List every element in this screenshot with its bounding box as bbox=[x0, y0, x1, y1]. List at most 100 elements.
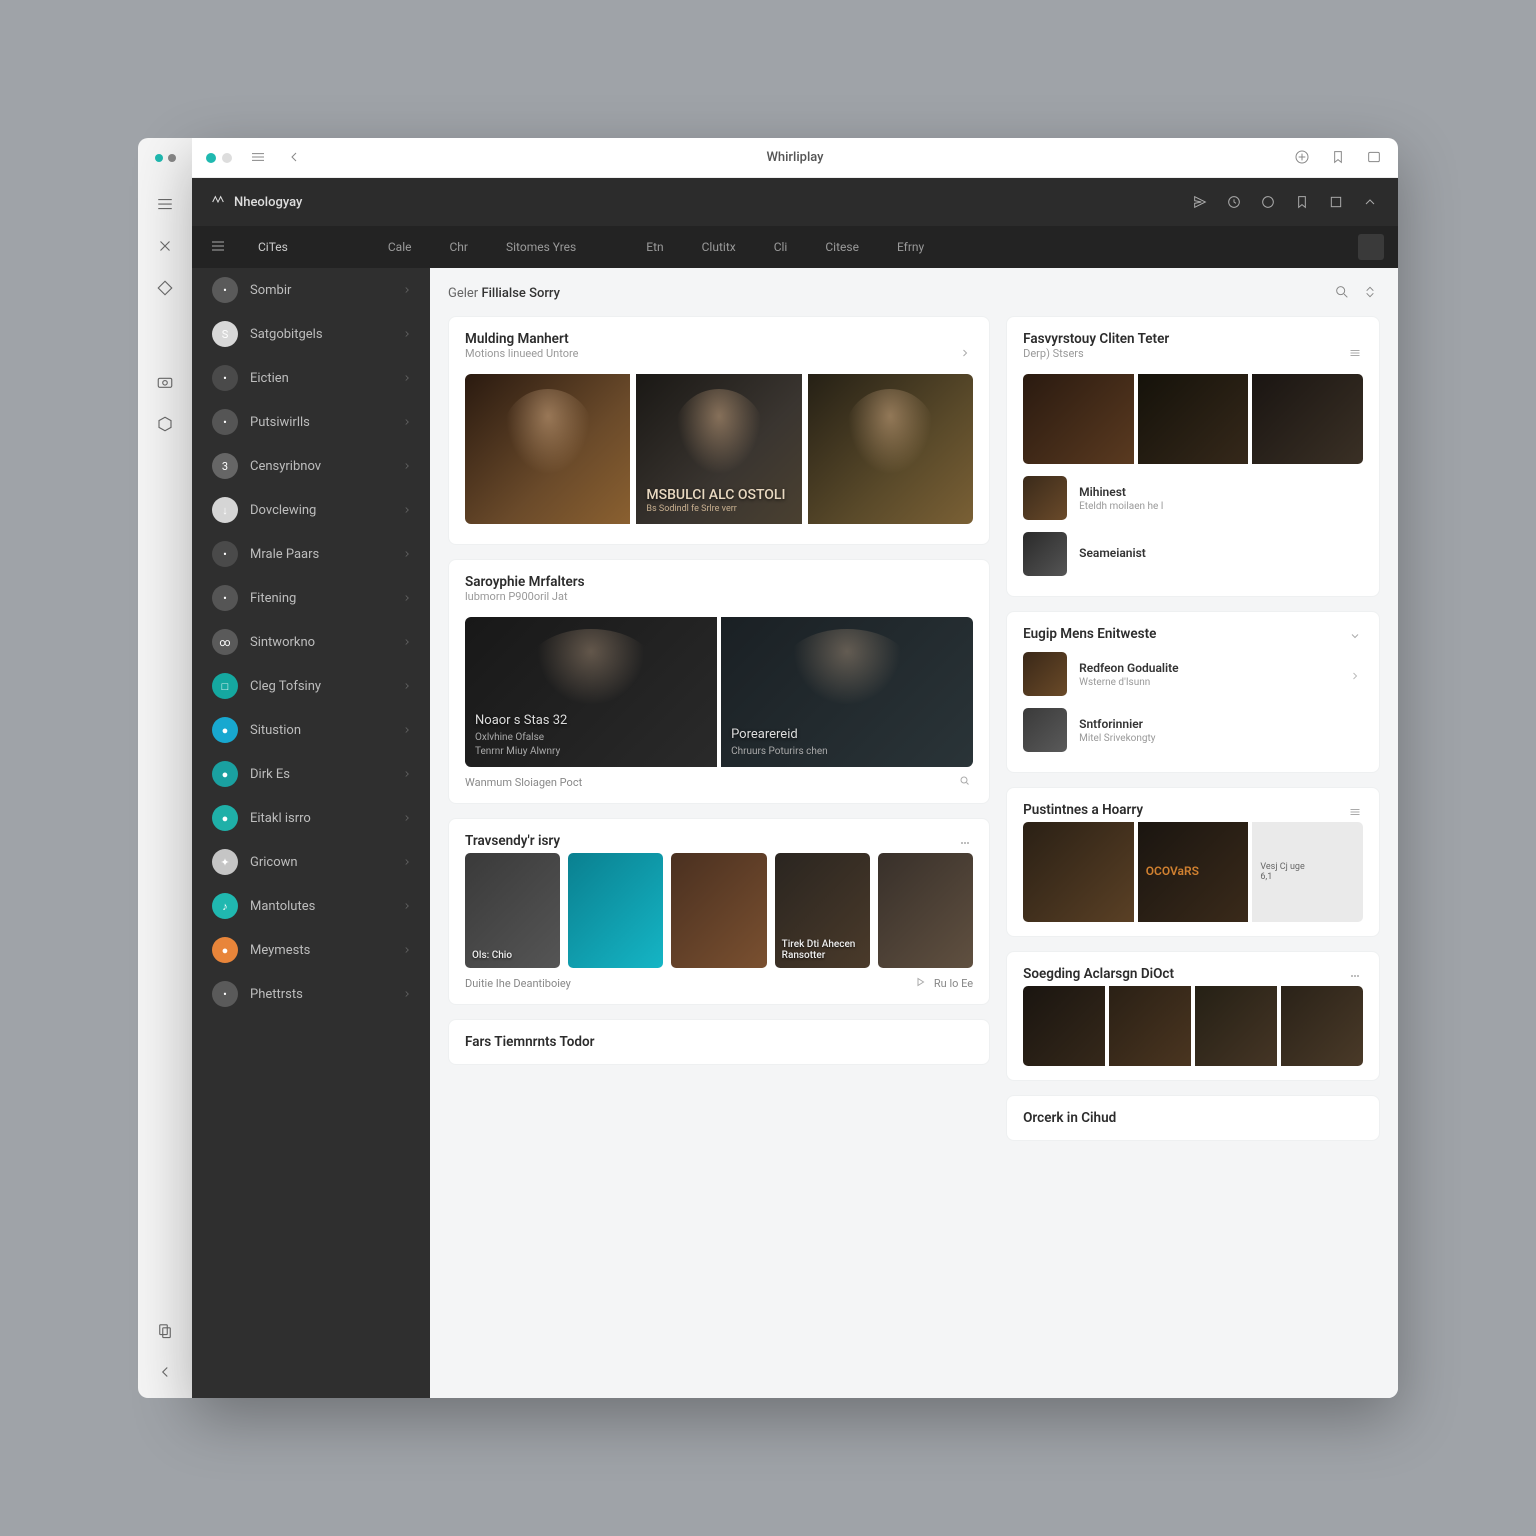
sidebar-avatar: • bbox=[212, 277, 238, 303]
circle-icon[interactable] bbox=[1258, 192, 1278, 212]
list-item[interactable]: Redfeon GodualiteWsterne d'Isunn bbox=[1023, 646, 1363, 702]
sidebar-item-10[interactable]: ● Situstion bbox=[192, 708, 430, 752]
copy-icon[interactable] bbox=[155, 1320, 175, 1340]
chevron-right-icon bbox=[402, 328, 414, 340]
tab-8[interactable]: Efrny bbox=[879, 226, 942, 268]
sidebar-avatar: ● bbox=[212, 937, 238, 963]
app-brand[interactable]: Nheologyay bbox=[210, 194, 302, 210]
chevron-right-icon bbox=[402, 988, 414, 1000]
sidebar-avatar: • bbox=[212, 585, 238, 611]
sidebar-avatar: ↓ bbox=[212, 497, 238, 523]
tab-4[interactable]: Etn bbox=[628, 226, 681, 268]
tabs-menu-icon[interactable] bbox=[210, 238, 228, 256]
back-icon[interactable] bbox=[155, 1362, 175, 1382]
sidebar-item-14[interactable]: ♪ Mantolutes bbox=[192, 884, 430, 928]
card-r2: Eugip Mens Enitweste Redfeon GodualiteWs… bbox=[1006, 611, 1380, 773]
triple-thumb[interactable] bbox=[1023, 374, 1363, 464]
sidebar-label: Gricown bbox=[250, 855, 390, 870]
chevron-right-icon bbox=[402, 548, 414, 560]
sidebar-item-13[interactable]: ✦ Gricown bbox=[192, 840, 430, 884]
sidebar-label: Cleg Tofsiny bbox=[250, 679, 390, 694]
sidebar-item-8[interactable]: ∞ Sintworkno bbox=[192, 620, 430, 664]
triple-thumb-2[interactable]: OCOVaRS Vesj Cj uge6,1 bbox=[1023, 822, 1363, 922]
sidebar-label: Sintworkno bbox=[250, 635, 390, 650]
send-icon[interactable] bbox=[1190, 192, 1210, 212]
hero-banner-2[interactable]: Noaor s Stas 32 Oxlvhine Ofalse Tenrnr M… bbox=[465, 617, 973, 767]
card-title: Fasvyrstouy Cliten Teter bbox=[1023, 331, 1169, 347]
more-icon[interactable] bbox=[1349, 803, 1363, 817]
sidebar-item-5[interactable]: ↓ Dovclewing bbox=[192, 488, 430, 532]
chevron-right-icon bbox=[402, 680, 414, 692]
play-icon[interactable] bbox=[914, 976, 928, 990]
tab-5[interactable]: Clutitx bbox=[684, 226, 754, 268]
hamburger-icon[interactable] bbox=[250, 149, 268, 167]
compass-icon[interactable] bbox=[1294, 149, 1312, 167]
list-item[interactable]: SntforinnierMitel Srivekongty bbox=[1023, 702, 1363, 758]
square-icon[interactable] bbox=[1326, 192, 1346, 212]
content-area: Geler Fillialse Sorry Mulding Manhert bbox=[430, 268, 1398, 1398]
sidebar-avatar: ∞ bbox=[212, 629, 238, 655]
chevron-right-icon bbox=[402, 284, 414, 296]
card-r1: Fasvyrstouy Cliten Teter Derp) Stsers bbox=[1006, 316, 1380, 597]
tab-7[interactable]: Citese bbox=[807, 226, 877, 268]
sidebar-item-1[interactable]: S Satgobitgels bbox=[192, 312, 430, 356]
app-header: Nheologyay bbox=[192, 178, 1398, 226]
search-icon[interactable] bbox=[1334, 284, 1352, 302]
sidebar-avatar: • bbox=[212, 981, 238, 1007]
card-trending: Travsendy'r isry Ols: Chio Tirek Dti Ahe… bbox=[448, 818, 990, 1005]
clock-icon[interactable] bbox=[1224, 192, 1244, 212]
up-icon[interactable] bbox=[1360, 192, 1380, 212]
sidebar-item-6[interactable]: • Mrale Paars bbox=[192, 532, 430, 576]
tab-0[interactable]: CiTes bbox=[240, 226, 306, 268]
window-controls[interactable] bbox=[206, 153, 232, 163]
picture-icon[interactable] bbox=[1366, 149, 1384, 167]
nav-back-icon[interactable] bbox=[286, 149, 304, 167]
sidebar-item-9[interactable]: □ Cleg Tofsiny bbox=[192, 664, 430, 708]
sidebar-item-12[interactable]: ● Eitakl isrro bbox=[192, 796, 430, 840]
sidebar-item-7[interactable]: • Fitening bbox=[192, 576, 430, 620]
chevron-right-icon bbox=[402, 724, 414, 736]
sort-icon[interactable] bbox=[1362, 284, 1380, 302]
sidebar-item-4[interactable]: 3 Censyribnov bbox=[192, 444, 430, 488]
tab-1[interactable]: Cale bbox=[370, 226, 430, 268]
more-icon[interactable] bbox=[959, 834, 973, 848]
card-r4: Soegding Aclarsgn DiOct bbox=[1006, 951, 1380, 1081]
card-subtitle: Motions linueed Untore bbox=[465, 347, 578, 360]
thumb-row[interactable]: Ols: Chio Tirek Dti Ahecen Ransotter bbox=[465, 853, 973, 968]
search-small-icon[interactable] bbox=[959, 775, 973, 789]
view-toggle[interactable] bbox=[1358, 234, 1384, 260]
sidebar-item-15[interactable]: ● Meymests bbox=[192, 928, 430, 972]
hex-icon[interactable] bbox=[155, 414, 175, 434]
more-icon[interactable] bbox=[959, 344, 973, 358]
bookmark-icon[interactable] bbox=[1330, 149, 1348, 167]
tab-3[interactable]: Sitomes Yres bbox=[488, 226, 594, 268]
chevron-right-icon bbox=[402, 372, 414, 384]
sidebar-item-16[interactable]: • Phettrsts bbox=[192, 972, 430, 1016]
sidebar-item-2[interactable]: • Eictien bbox=[192, 356, 430, 400]
hero-banner[interactable]: MSBULCI ALC OSTOLIBs Sodindl fe Srlre ve… bbox=[465, 374, 973, 524]
quad-thumb[interactable] bbox=[1023, 986, 1363, 1066]
menu-icon[interactable] bbox=[155, 194, 175, 214]
card-title: Orcerk in Cihud bbox=[1023, 1110, 1363, 1126]
expand-icon[interactable] bbox=[1349, 627, 1363, 641]
sidebar-avatar: • bbox=[212, 409, 238, 435]
diamond-icon[interactable] bbox=[155, 278, 175, 298]
chevron-right-icon bbox=[402, 768, 414, 780]
tab-6[interactable]: Cli bbox=[756, 226, 806, 268]
list-item[interactable]: Seameianist bbox=[1023, 526, 1363, 582]
more-icon[interactable] bbox=[1349, 967, 1363, 981]
tools-icon[interactable] bbox=[155, 236, 175, 256]
sidebar-item-11[interactable]: ● Dirk Es bbox=[192, 752, 430, 796]
card-title: Soegding Aclarsgn DiOct bbox=[1023, 966, 1174, 982]
sidebar-item-3[interactable]: • Putsiwirlls bbox=[192, 400, 430, 444]
sidebar: • Sombir S Satgobitgels • Eictien • Puts… bbox=[192, 268, 430, 1398]
more-icon[interactable] bbox=[1349, 344, 1363, 358]
tab-2[interactable]: Chr bbox=[432, 226, 487, 268]
sidebar-item-0[interactable]: • Sombir bbox=[192, 268, 430, 312]
tag-icon[interactable] bbox=[1292, 192, 1312, 212]
card-featured-2: Saroyphie Mrfalters lubmorn P900oril Jat… bbox=[448, 559, 990, 804]
list-item[interactable]: MihinestEteldh moilaen he l bbox=[1023, 470, 1363, 526]
sidebar-avatar: • bbox=[212, 365, 238, 391]
camera-icon[interactable] bbox=[155, 372, 175, 392]
card-r3: Pustintnes a Hoarry OCOVaRS Vesj Cj uge6… bbox=[1006, 787, 1380, 937]
